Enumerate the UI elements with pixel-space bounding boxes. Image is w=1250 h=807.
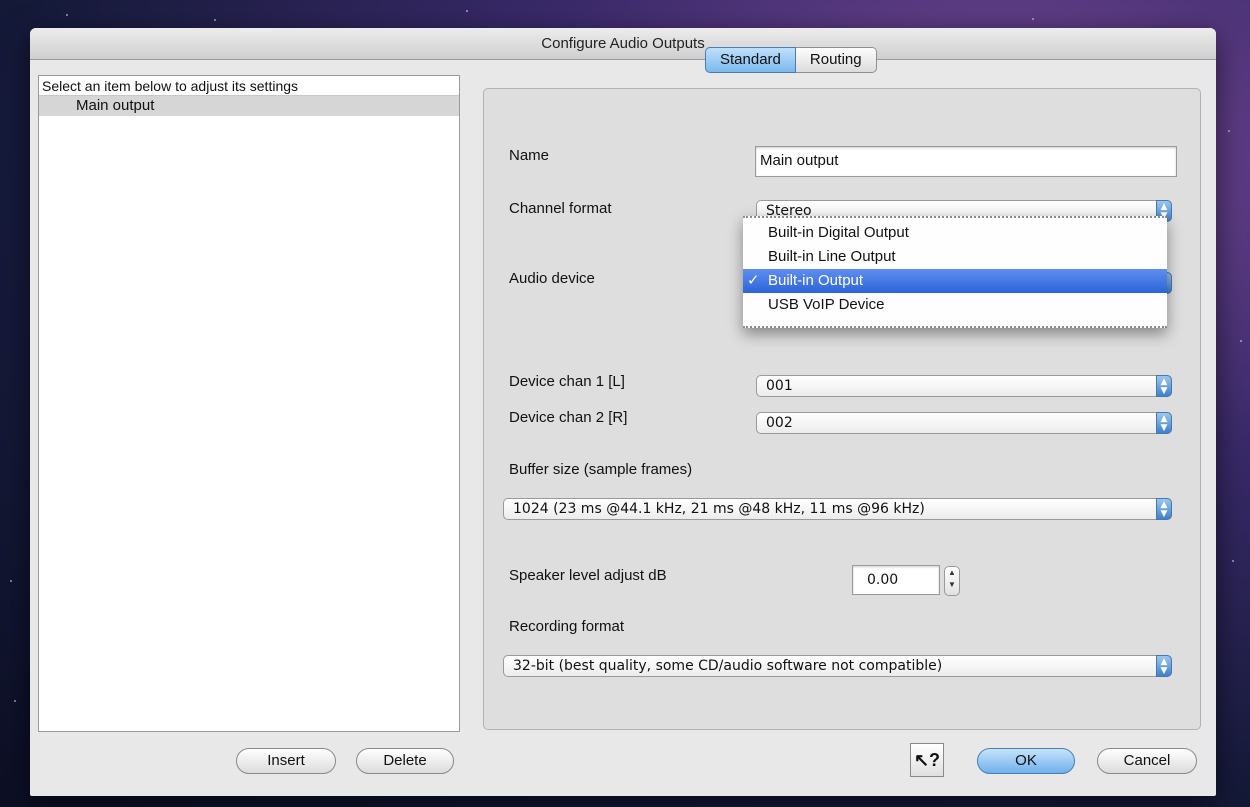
recording-format-value: 32-bit (best quality, some CD/audio soft… xyxy=(513,658,943,674)
list-item-main-output[interactable]: Main output xyxy=(39,96,459,116)
window-titlebar: Configure Audio Outputs xyxy=(30,28,1216,60)
recording-format-select[interactable]: 32-bit (best quality, some CD/audio soft… xyxy=(503,655,1172,677)
channel-format-label: Channel format xyxy=(509,200,612,217)
device-chan1-select[interactable]: 001 ▲ ▼ xyxy=(756,375,1172,397)
name-field[interactable]: Main output xyxy=(755,146,1177,177)
buffer-size-label: Buffer size (sample frames) xyxy=(509,461,693,478)
up-down-arrows-icon: ▲▼ xyxy=(1156,375,1172,397)
up-down-arrows-icon: ▲▼ xyxy=(1156,412,1172,434)
list-header: Select an item below to adjust its setti… xyxy=(39,76,459,96)
tab-standard[interactable]: Standard xyxy=(705,47,796,73)
menu-item-builtin-output[interactable]: ✓ Built-in Output xyxy=(743,269,1167,293)
menu-item-label: USB VoIP Device xyxy=(768,296,885,313)
menu-item-label: Built-in Line Output xyxy=(768,248,896,265)
buffer-size-select[interactable]: 1024 (23 ms @44.1 kHz, 21 ms @48 kHz, 11… xyxy=(503,498,1172,520)
audio-device-label: Audio device xyxy=(509,270,595,287)
name-label: Name xyxy=(509,147,550,164)
buffer-size-value: 1024 (23 ms @44.1 kHz, 21 ms @48 kHz, 11… xyxy=(513,501,925,517)
checkmark-icon: ✓ xyxy=(747,272,760,289)
up-down-arrows-icon: ▲▼ xyxy=(1156,498,1172,520)
speaker-level-field[interactable]: 0.00 xyxy=(852,565,940,595)
device-chan2-value: 002 xyxy=(766,415,793,431)
help-label: ? xyxy=(929,750,941,770)
speaker-level-label: Speaker level adjust dB xyxy=(509,567,667,584)
audio-device-menu: Built-in Digital Output Built-in Line Ou… xyxy=(743,216,1167,328)
device-chan2-label: Device chan 2 [R] xyxy=(509,409,628,426)
device-chan1-label: Device chan 1 [L] xyxy=(509,373,625,390)
help-pointer-icon: ↖ xyxy=(913,750,930,770)
speaker-level-stepper[interactable]: ▲ ▼ xyxy=(944,566,960,596)
cancel-button[interactable]: Cancel xyxy=(1097,748,1197,774)
window-title: Configure Audio Outputs xyxy=(541,35,705,52)
tab-routing[interactable]: Routing xyxy=(795,47,877,73)
ok-button[interactable]: OK xyxy=(977,748,1075,774)
device-chan2-select[interactable]: 002 ▲ ▼ xyxy=(756,412,1172,434)
menu-item-label: Built-in Digital Output xyxy=(768,224,909,241)
outputs-list: Select an item below to adjust its setti… xyxy=(38,75,460,732)
recording-format-label: Recording format xyxy=(509,618,625,635)
device-chan1-value: 001 xyxy=(766,378,793,394)
menu-item-usb-voip-device[interactable]: USB VoIP Device xyxy=(743,293,1167,317)
delete-button[interactable]: Delete xyxy=(356,748,454,774)
menu-item-builtin-digital-output[interactable]: Built-in Digital Output xyxy=(743,221,1167,245)
menu-item-builtin-line-output[interactable]: Built-in Line Output xyxy=(743,245,1167,269)
up-down-arrows-icon: ▲▼ xyxy=(1156,655,1172,677)
help-button[interactable]: ↖? xyxy=(910,743,944,777)
tab-bar: Standard Routing xyxy=(705,47,877,73)
menu-item-label: Built-in Output xyxy=(768,272,864,289)
insert-button[interactable]: Insert xyxy=(236,748,336,774)
